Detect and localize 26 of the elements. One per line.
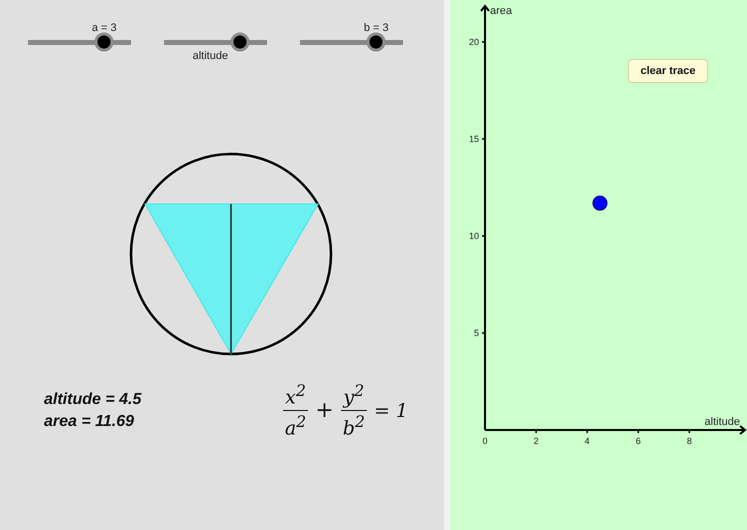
- tick-label: 0: [482, 436, 488, 446]
- value-readout: altitude = 4.5: [44, 390, 142, 409]
- tick-label: 5: [474, 328, 479, 338]
- tick-label: 4: [584, 436, 590, 446]
- tick-label: 20: [468, 36, 479, 47]
- slider-label: b = 3: [364, 22, 389, 34]
- tick-label: 10: [468, 230, 479, 241]
- numerator: y$^{2}$: [342, 382, 366, 408]
- slider-thumb[interactable]: [94, 32, 114, 52]
- slider-thumb[interactable]: [230, 32, 250, 52]
- slider-thumb[interactable]: [366, 32, 386, 52]
- numerator: x$^{2}$: [284, 382, 307, 408]
- slider-label: a = 3: [92, 22, 117, 34]
- equation-right-side: = 1: [374, 400, 408, 422]
- tick-label: 2: [534, 436, 539, 446]
- axis-label: altitude: [704, 416, 740, 428]
- tick-label: 15: [468, 134, 479, 144]
- clear-trace-button[interactable]: clear trace: [628, 59, 708, 83]
- tick-label: 8: [686, 436, 692, 446]
- tick-label: 6: [636, 436, 641, 446]
- axis-label: area: [490, 5, 512, 17]
- denominator: a$^{2}$: [284, 413, 308, 440]
- value-readout: area = 11.69: [44, 412, 136, 431]
- denominator: b$^{2}$: [342, 413, 366, 440]
- slider-label: altitude: [192, 50, 228, 62]
- plus-sign: +: [315, 398, 334, 424]
